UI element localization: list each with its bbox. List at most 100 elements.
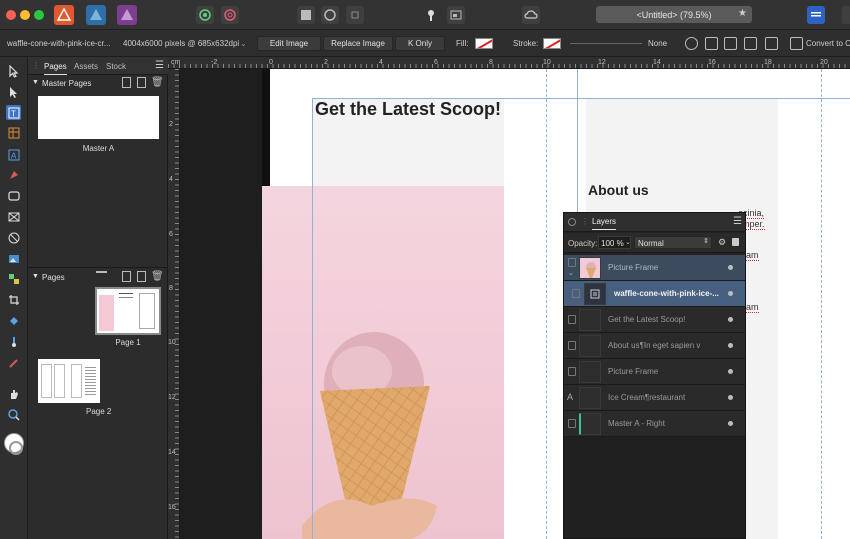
add-page-icon[interactable] (122, 271, 131, 282)
artistic-text-tool-icon[interactable]: A (6, 147, 21, 162)
layer-visibility-dot[interactable] (728, 395, 733, 400)
replace-image-button[interactable]: Replace Image (323, 36, 393, 51)
vertical-ruler[interactable]: 2 4 6 8 10 12 14 16 (168, 69, 180, 539)
close-panel-icon[interactable] (568, 218, 576, 226)
zoom-tool-icon[interactable] (6, 407, 21, 422)
photo-persona-icon[interactable] (117, 5, 137, 25)
designer-persona-icon[interactable] (86, 5, 106, 25)
settings-gear-icon[interactable]: ⚙ (718, 237, 726, 248)
image-info-dropdown-chevron-icon[interactable]: ⌄ (240, 39, 247, 48)
align-icon[interactable] (705, 37, 718, 50)
crosshair-icon[interactable] (685, 37, 698, 50)
collapse-triangle-icon[interactable]: ▼ (32, 273, 39, 280)
layer-visibility-dot[interactable] (728, 343, 733, 348)
minimize-window-button[interactable] (20, 10, 30, 20)
fill-swatch[interactable] (475, 38, 493, 49)
panel-grip-icon[interactable]: ⋮ (32, 61, 40, 70)
fill-tool-icon[interactable] (6, 313, 21, 328)
page-layout-icon[interactable] (96, 271, 107, 282)
page-1-thumbnail[interactable] (95, 287, 161, 335)
layer-visibility-checkbox[interactable] (568, 315, 576, 324)
layers-title[interactable]: Layers (592, 217, 617, 230)
tab-pages[interactable]: Pages (44, 62, 67, 75)
document-title[interactable]: <Untitled> (79.5%) ★ (596, 6, 752, 23)
close-window-button[interactable] (6, 10, 16, 20)
layer-visibility-checkbox[interactable] (572, 289, 580, 298)
ellipse-frame-tool-icon[interactable] (6, 230, 21, 245)
stroke-swatch[interactable] (543, 38, 561, 49)
view-hand-tool-icon[interactable] (6, 386, 21, 401)
node-tool-icon[interactable] (6, 85, 21, 100)
crop-tool-icon[interactable] (6, 292, 21, 307)
k-only-button[interactable]: K Only (395, 36, 445, 51)
convert-to-label[interactable]: Convert to C (806, 39, 850, 48)
convert-icon[interactable] (790, 37, 803, 50)
blend-mode-chevron-icon[interactable]: ⇕ (703, 237, 709, 245)
layer-visibility-dot[interactable] (728, 317, 733, 322)
stroke-color-well[interactable] (9, 441, 23, 455)
layer-visibility-checkbox[interactable] (568, 341, 576, 350)
share-cloud-icon[interactable] (522, 6, 540, 24)
layer-visibility-checkbox[interactable] (568, 419, 576, 428)
studio-panel-icon[interactable] (807, 6, 825, 24)
zoom-window-button[interactable] (34, 10, 44, 20)
preflight-icon[interactable] (196, 6, 214, 24)
tab-stock[interactable]: Stock (106, 62, 126, 71)
pen-tool-icon[interactable] (6, 167, 21, 182)
duplicate-page-icon[interactable] (137, 271, 146, 282)
layer-row[interactable]: About us¶In eget sapien v (564, 333, 745, 359)
canvas-area[interactable]: cm -2 0 2 4 6 8 10 12 14 16 18 20 2 4 6 … (168, 57, 850, 539)
headline-text[interactable]: Get the Latest Scoop! (312, 99, 504, 120)
layer-row[interactable]: A Ice Cream¶restaurant (564, 385, 745, 411)
delete-page-trash-icon[interactable]: 🗑 (151, 271, 164, 282)
expand-chevron-icon[interactable]: ⌄ (568, 269, 574, 277)
layer-visibility-checkbox[interactable] (568, 258, 576, 267)
layer-row[interactable]: waffle-cone-with-pink-ice-... (564, 281, 745, 307)
stroke-width-slider[interactable] (570, 43, 642, 44)
document-page[interactable]: Get the Latest Scoop! About us acinia, m… (262, 69, 850, 539)
publisher-persona-icon[interactable] (54, 5, 74, 25)
panel-menu-icon[interactable]: ☰ (733, 216, 742, 227)
move-tool-icon[interactable] (6, 64, 21, 79)
view-mode-clip-icon[interactable] (346, 6, 364, 24)
page-2-thumbnail[interactable] (38, 359, 100, 403)
layer-row[interactable]: Get the Latest Scoop! (564, 307, 745, 333)
distribute-icon[interactable] (724, 37, 737, 50)
image-info[interactable]: 4004x6000 pixels @ 685x632dpi (123, 39, 239, 48)
edit-image-button[interactable]: Edit Image (257, 36, 321, 51)
tab-assets[interactable]: Assets (74, 62, 98, 71)
layer-row[interactable]: Master A - Right (564, 411, 745, 437)
delete-master-trash-icon[interactable]: 🗑 (151, 77, 164, 88)
collapse-triangle-icon[interactable]: ▼ (32, 79, 39, 86)
text-frame-tool-icon[interactable]: T (6, 105, 21, 120)
panel-menu-icon[interactable]: ☰ (155, 60, 164, 71)
layer-row[interactable]: ⌄ Picture Frame (564, 255, 745, 281)
view-mode-bleed-icon[interactable] (321, 6, 339, 24)
view-mode-normal-icon[interactable] (297, 6, 315, 24)
ice-cream-picture-frame[interactable] (262, 186, 504, 539)
arrange-icon[interactable] (744, 37, 757, 50)
layer-visibility-checkbox[interactable] (568, 367, 576, 376)
place-image-tool-icon[interactable] (6, 251, 21, 266)
layer-row[interactable]: Picture Frame (564, 359, 745, 385)
settings-gear-icon[interactable] (221, 6, 239, 24)
layer-visibility-dot[interactable] (728, 265, 733, 270)
panel-grip-icon[interactable]: ⋮ (581, 217, 589, 226)
layer-visibility-dot[interactable] (728, 421, 733, 426)
about-us-heading[interactable]: About us (588, 182, 649, 198)
opacity-chevron-icon[interactable]: ⌄ (625, 238, 631, 246)
star-icon[interactable]: ★ (738, 8, 747, 19)
horizontal-ruler[interactable]: cm -2 0 2 4 6 8 10 12 14 16 18 20 (168, 57, 850, 69)
duplicate-master-icon[interactable] (137, 77, 146, 88)
layer-visibility-dot[interactable] (728, 291, 733, 296)
snapping-options-icon[interactable] (447, 6, 465, 24)
blend-mode-select[interactable]: Normal (634, 236, 712, 249)
picture-frame-tool-icon[interactable] (6, 209, 21, 224)
eyedropper-tool-icon[interactable] (6, 355, 21, 370)
snapping-magnet-icon[interactable] (422, 6, 440, 24)
lock-icon[interactable] (732, 238, 739, 246)
rectangle-tool-icon[interactable] (6, 188, 21, 203)
transform-icon[interactable] (765, 37, 778, 50)
color-picker-tool-icon[interactable] (6, 271, 21, 286)
layer-visibility-dot[interactable] (728, 369, 733, 374)
